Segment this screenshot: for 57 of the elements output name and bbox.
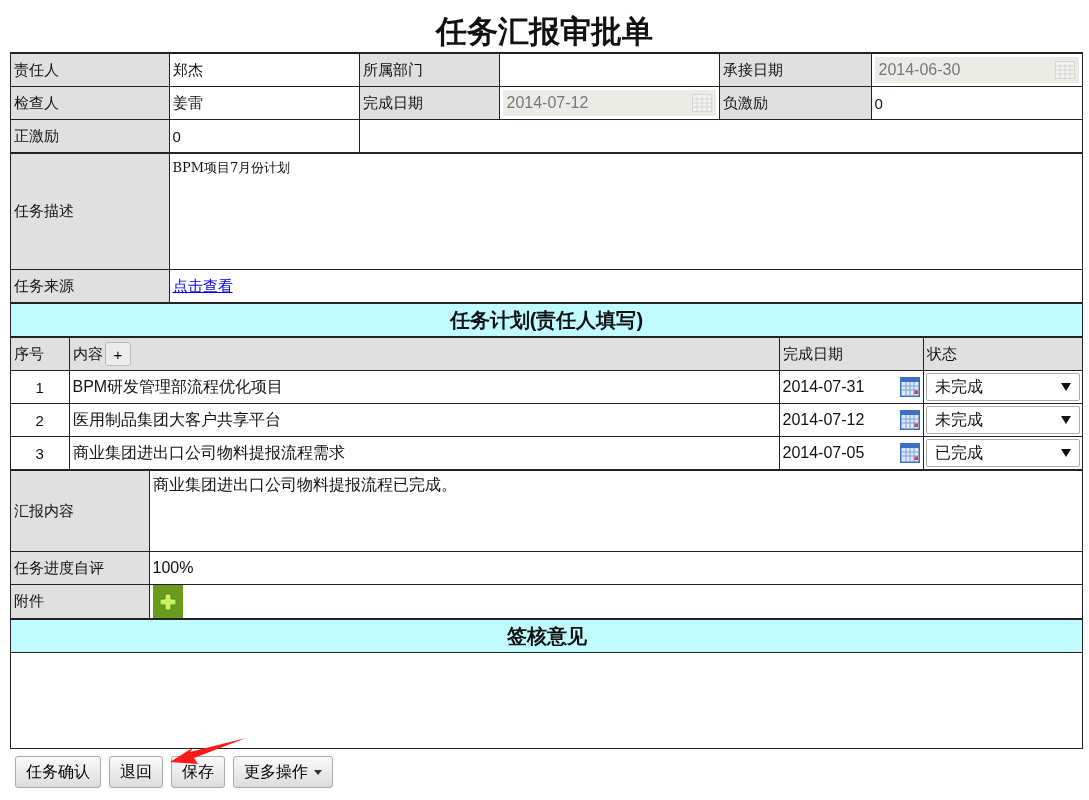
field-value: 姜雷 (172, 93, 203, 111)
date-field[interactable]: 2014-06-30 (874, 57, 1079, 83)
view-link[interactable]: 点击查看 (172, 276, 233, 294)
field-value: 0 (874, 94, 883, 112)
calendar-icon (1055, 61, 1075, 79)
field-label: 任务进度自评 (11, 551, 149, 585)
status-select[interactable]: 未完成 (925, 406, 1080, 434)
field-label: 汇报内容 (11, 470, 149, 552)
action-button[interactable]: 退回 (109, 756, 163, 788)
status-select[interactable]: 未完成 (925, 373, 1080, 401)
table-cell: BPM研发管理部流程优化项目 (72, 377, 284, 395)
field-label: 检查人 (11, 86, 169, 120)
date-field[interactable]: 2014-07-12 (502, 90, 716, 116)
field-label: 正激励 (11, 119, 169, 153)
status-select[interactable]: 已完成 (925, 439, 1080, 467)
caret-icon (314, 769, 322, 775)
calendar-icon (691, 94, 712, 112)
add-attachment-button[interactable] (152, 585, 183, 618)
column-header: 状态 (926, 344, 957, 362)
date-value: 2014-07-12 (782, 411, 865, 429)
calendar-icon[interactable] (899, 443, 920, 463)
field-label: 负激励 (719, 86, 871, 120)
column-header: 序号 (14, 344, 44, 362)
field-value: 100% (152, 559, 194, 576)
table-cell: 商业集团进出口公司物料提报流程需求 (72, 443, 345, 461)
column-header: 完成日期 (782, 344, 843, 362)
plus-icon (158, 592, 177, 611)
caret-icon (1061, 416, 1071, 424)
column-header: 内容 (72, 344, 103, 364)
add-row-button[interactable]: + (104, 342, 132, 366)
form-title: 任务汇报审批单 (434, 13, 654, 51)
field-label: 责任人 (11, 53, 169, 87)
table-cell: 医用制品集团大客户共享平台 (72, 410, 281, 428)
action-button[interactable]: 保存 (171, 756, 225, 788)
row-number: 1 (35, 378, 44, 396)
row-number: 3 (35, 444, 44, 462)
row-number: 2 (35, 411, 44, 429)
field-label: 承接日期 (719, 53, 871, 87)
description-text: BPM项目7月份计划 (172, 160, 291, 175)
caret-icon (1061, 449, 1071, 457)
calendar-icon[interactable] (899, 410, 920, 430)
field-label: 任务描述 (11, 153, 169, 270)
action-button[interactable]: 更多操作 (233, 756, 333, 788)
section-header: 任务计划(责任人填写) (11, 303, 1082, 337)
field-label: 所属部门 (359, 53, 499, 87)
caret-icon (1061, 383, 1071, 391)
section-header: 签核意见 (11, 619, 1082, 653)
action-button[interactable]: 任务确认 (15, 756, 101, 788)
date-value: 2014-07-05 (782, 444, 865, 462)
calendar-icon[interactable] (899, 377, 920, 397)
field-value: 0 (172, 127, 181, 145)
report-text: 商业集团进出口公司物料提报流程已完成。 (152, 476, 457, 493)
field-label: 完成日期 (359, 86, 499, 120)
field-label: 任务来源 (11, 269, 169, 303)
date-value: 2014-07-31 (782, 378, 865, 396)
field-value: 郑杰 (172, 60, 203, 78)
field-label: 附件 (11, 584, 149, 619)
